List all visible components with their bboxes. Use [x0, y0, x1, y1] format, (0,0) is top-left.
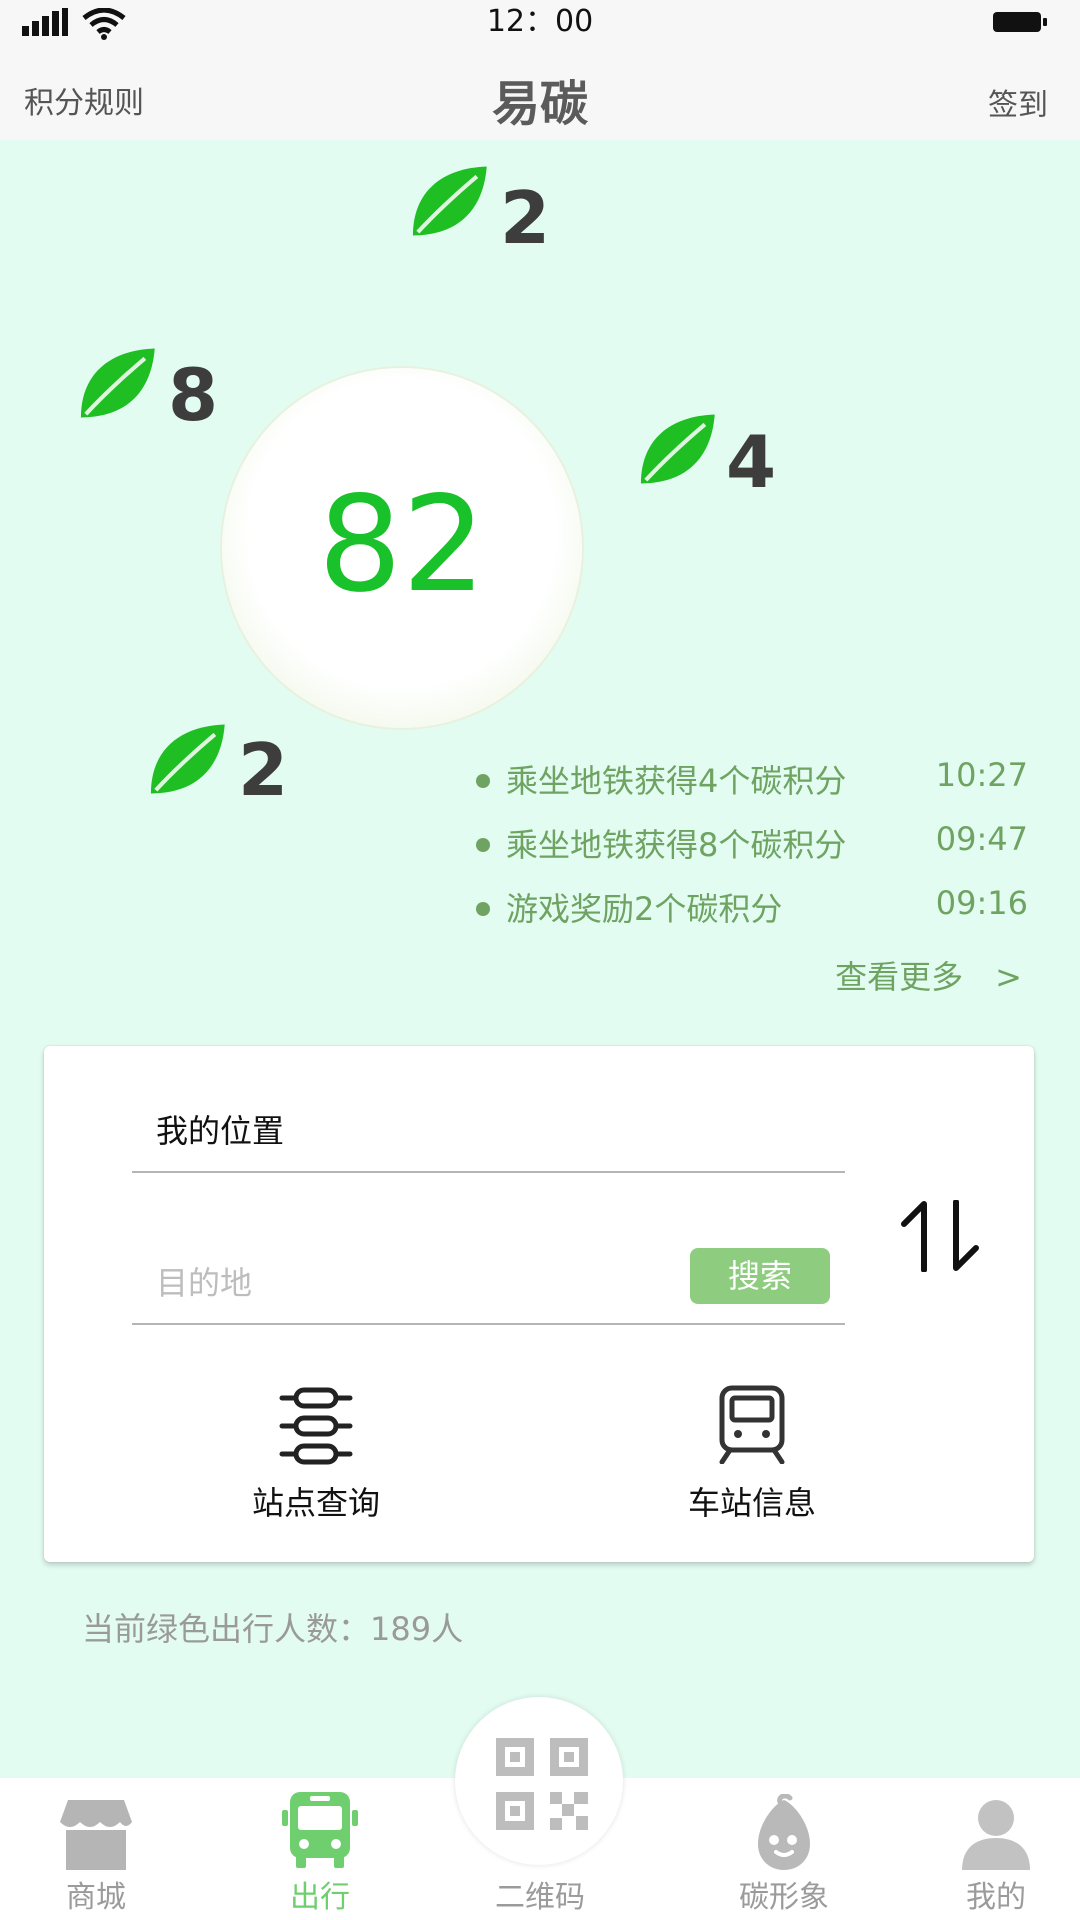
battery-icon: [993, 12, 1047, 32]
tab-label: 出行: [290, 1880, 350, 1915]
tab-label: 商城: [66, 1880, 126, 1915]
function-label: 车站信息: [687, 1484, 816, 1522]
origin-field[interactable]: 我的位置: [156, 1106, 284, 1152]
view-more-link[interactable]: 查看更多 >: [835, 952, 1022, 998]
activity-item: 游戏奖励2个碳积分 09:16: [476, 880, 1028, 930]
search-button[interactable]: 搜索: [690, 1248, 830, 1304]
activity-time: 09:16: [935, 884, 1028, 922]
activity-time: 09:47: [935, 820, 1028, 858]
bubble-value: 8: [168, 353, 219, 437]
leaf-icon: [80, 348, 155, 418]
page-title: 易碳: [491, 76, 588, 132]
train-icon: [719, 1385, 785, 1464]
destination-input[interactable]: 目的地: [156, 1258, 252, 1304]
divider: [132, 1171, 845, 1173]
bubble-value: 4: [726, 420, 777, 504]
mascot-icon: [758, 1794, 810, 1870]
bullet-icon: [476, 774, 490, 788]
tab-label: 碳形象: [739, 1880, 829, 1915]
bubble-value: 2: [500, 176, 551, 260]
bubble-value: 2: [238, 728, 289, 812]
bus-icon: [282, 1792, 358, 1868]
activity-text: 乘坐地铁获得4个碳积分: [506, 762, 847, 800]
user-icon: [962, 1800, 1030, 1870]
activity-item: 乘坐地铁获得4个碳积分 10:27: [476, 752, 1028, 802]
activity-time: 10:27: [935, 756, 1028, 794]
shop-icon: [60, 1800, 132, 1870]
leaf-icon: [412, 166, 487, 236]
divider: [132, 1323, 845, 1325]
leaf-icon: [640, 414, 715, 484]
activity-text: 乘坐地铁获得8个碳积分: [506, 826, 847, 864]
tab-label: 我的: [966, 1880, 1026, 1915]
qr-code-icon: [496, 1738, 588, 1830]
tab-label: 二维码: [495, 1880, 585, 1915]
bullet-icon: [476, 838, 490, 852]
activity-text: 游戏奖励2个碳积分: [506, 890, 783, 928]
check-in-button[interactable]: 签到: [988, 80, 1048, 124]
station-list-icon: [279, 1387, 353, 1465]
bullet-icon: [476, 902, 490, 916]
function-label: 站点查询: [251, 1484, 380, 1522]
leaf-icon: [150, 724, 225, 794]
status-time: 12：00: [486, 4, 594, 39]
activity-item: 乘坐地铁获得8个碳积分 09:47: [476, 816, 1028, 866]
green-travel-count: 当前绿色出行人数：189人: [82, 1610, 464, 1648]
swap-icon[interactable]: [900, 1200, 980, 1272]
carbon-score-value: 82: [318, 468, 486, 622]
